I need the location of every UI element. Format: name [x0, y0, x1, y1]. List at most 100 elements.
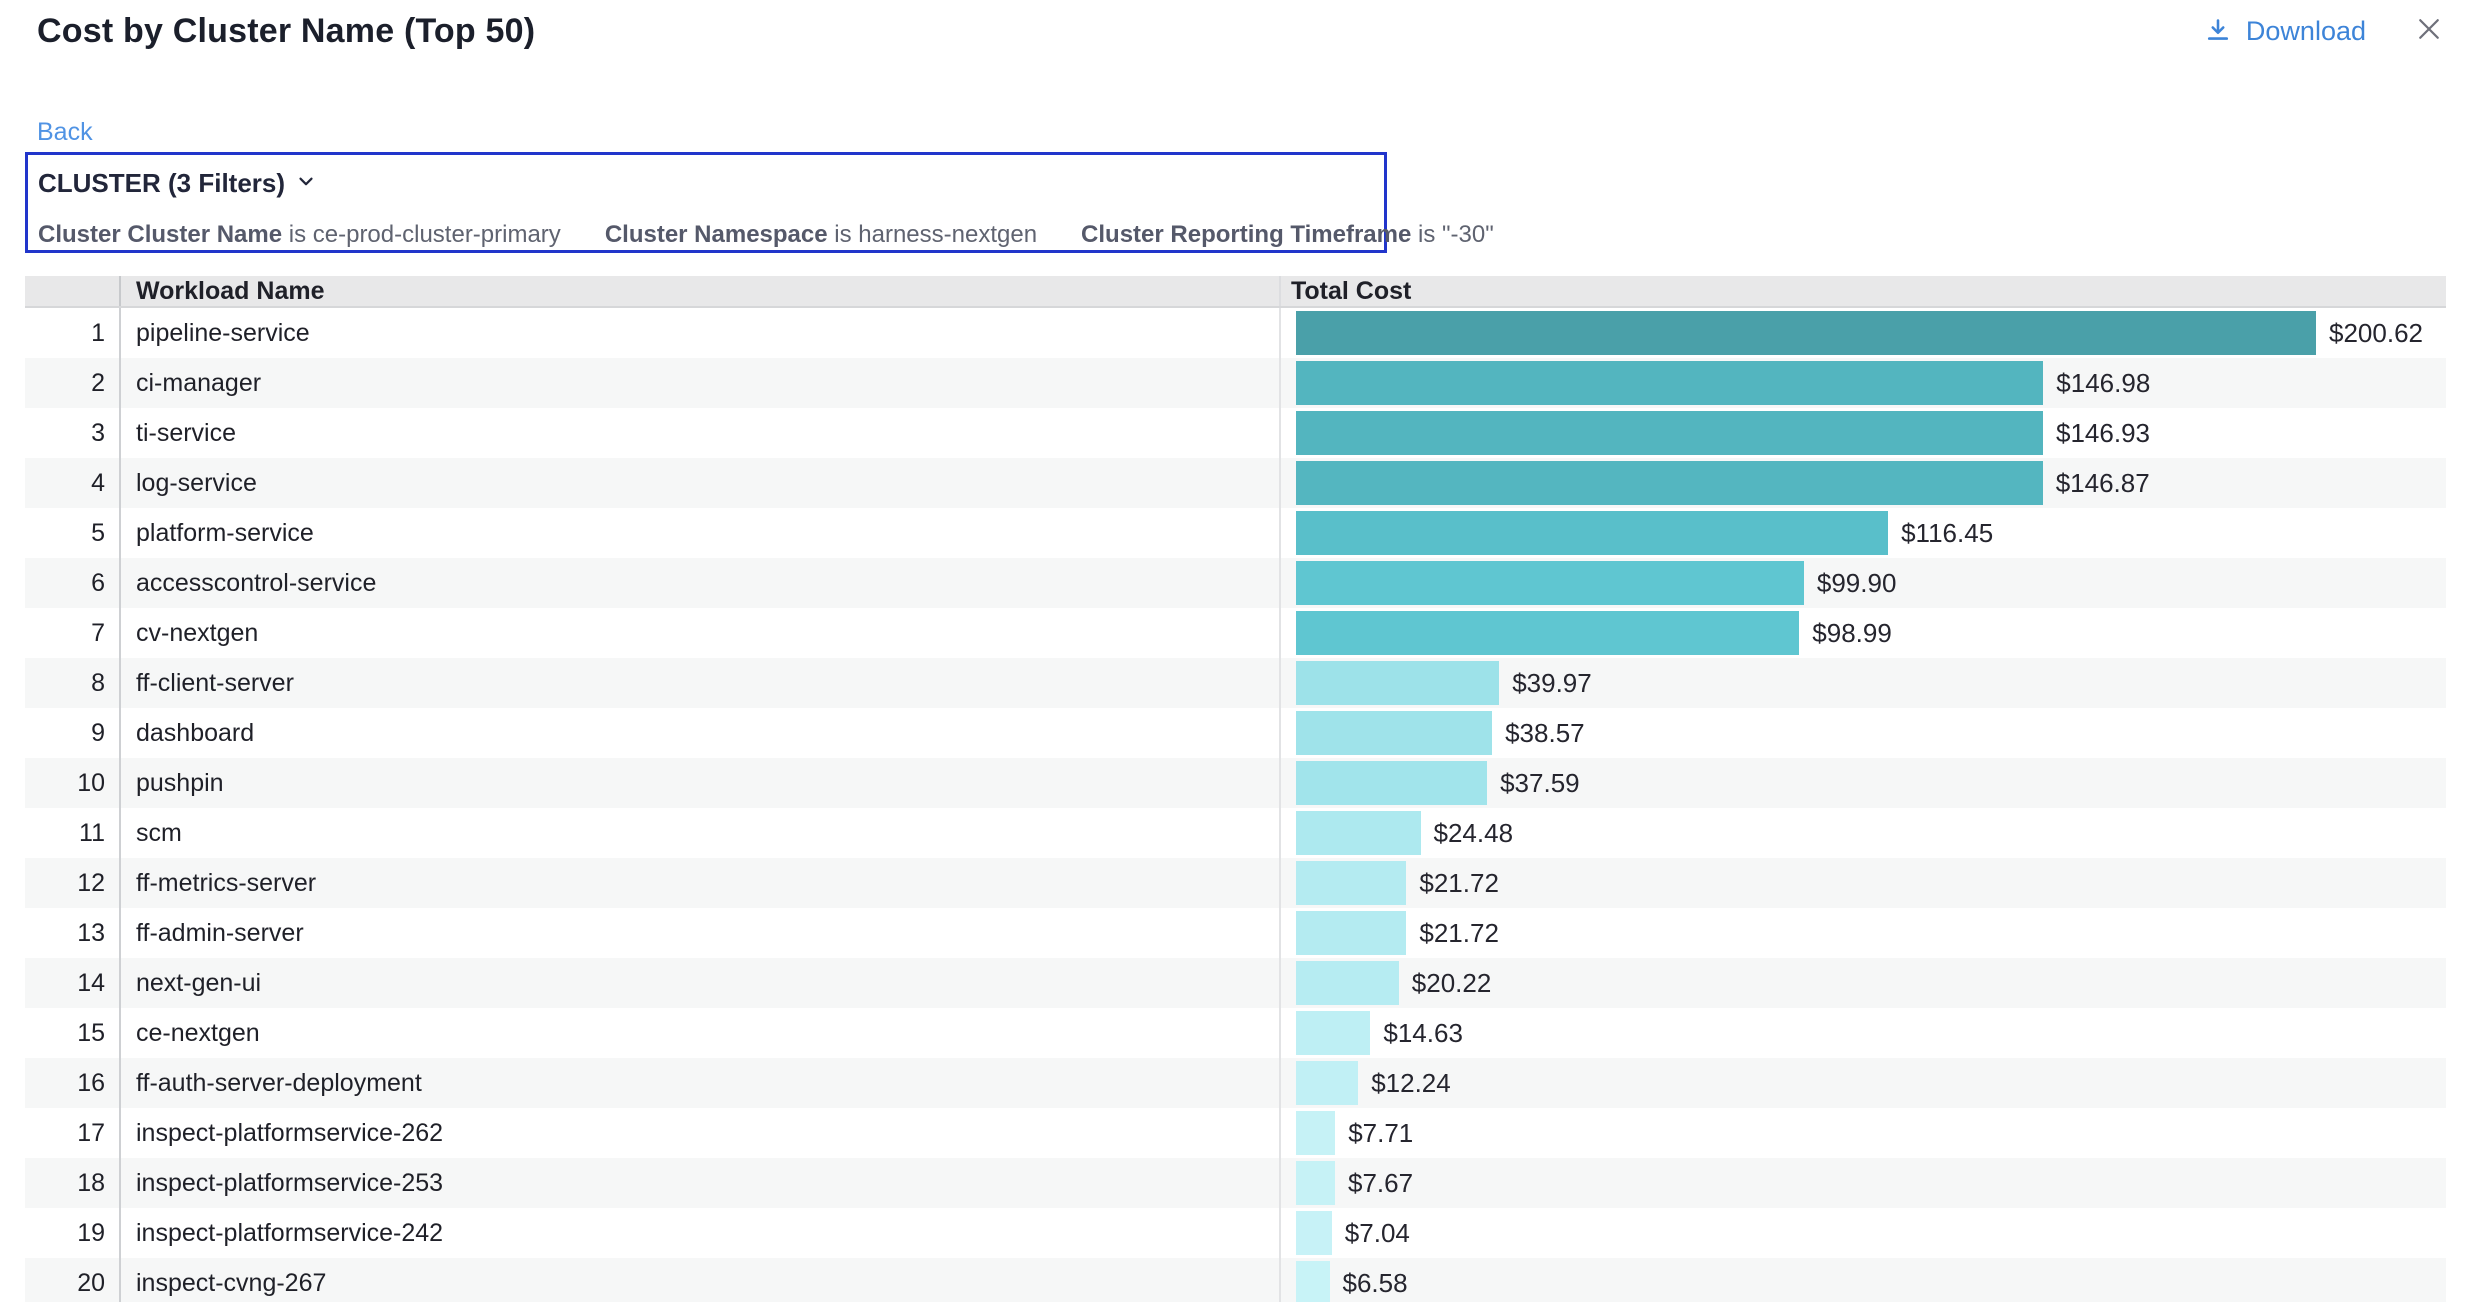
cost-value: $146.93: [2056, 418, 2150, 449]
row-rank: 19: [25, 1208, 121, 1258]
close-button[interactable]: [2412, 14, 2446, 48]
cost-value: $6.58: [1343, 1268, 1408, 1299]
workload-name: next-gen-ui: [121, 958, 1281, 1008]
cost-value: $7.67: [1348, 1168, 1413, 1199]
cost-table[interactable]: Workload Name Total Cost 1pipeline-servi…: [25, 276, 2446, 1302]
row-rank: 20: [25, 1258, 121, 1302]
cost-cell: $39.97: [1281, 658, 2446, 708]
table-row: 18inspect-platformservice-253 $7.67: [25, 1158, 2446, 1208]
workload-name: ff-client-server: [121, 658, 1281, 708]
cost-bar: [1296, 1011, 1370, 1055]
row-rank: 6: [25, 558, 121, 608]
workload-name: inspect-platformservice-253: [121, 1158, 1281, 1208]
table-row: 8ff-client-server$39.97: [25, 658, 2446, 708]
table-row: 12ff-metrics-server$21.72: [25, 858, 2446, 908]
table-row: 9dashboard$38.57: [25, 708, 2446, 758]
workload-name: ff-auth-server-deployment: [121, 1058, 1281, 1108]
row-rank: 3: [25, 408, 121, 458]
table-row: 11scm $24.48: [25, 808, 2446, 858]
workload-name: inspect-platformservice-262: [121, 1108, 1281, 1158]
cost-bar: [1296, 1111, 1335, 1155]
filter-conditions: Cluster Cluster Name is ce-prod-cluster-…: [38, 221, 1374, 249]
workload-name: log-service: [121, 458, 1281, 508]
workload-name-column-header: Workload Name: [121, 276, 1281, 306]
workload-name: pipeline-service: [121, 308, 1281, 358]
cost-bar: [1296, 911, 1406, 955]
cost-value: $12.24: [1371, 1068, 1451, 1099]
cost-value: $200.62: [2329, 318, 2423, 349]
workload-name: inspect-platformservice-242: [121, 1208, 1281, 1258]
cost-value: $20.22: [1412, 968, 1492, 999]
cost-bar: [1296, 411, 2043, 455]
filter-value: is "-30": [1418, 221, 1494, 248]
cost-cell: $116.45: [1281, 508, 2446, 558]
cost-value: $14.63: [1383, 1018, 1463, 1049]
cost-cell: $20.22: [1281, 958, 2446, 1008]
cost-cell: $7.04: [1281, 1208, 2446, 1258]
total-cost-column-header: Total Cost: [1281, 276, 2446, 306]
cost-value: $99.90: [1817, 568, 1897, 599]
cost-value: $37.59: [1500, 768, 1580, 799]
workload-name: dashboard: [121, 708, 1281, 758]
workload-name: ff-admin-server: [121, 908, 1281, 958]
filter-panel: CLUSTER (3 Filters) Cluster Cluster Name…: [25, 152, 1387, 253]
table-row: 10pushpin$37.59: [25, 758, 2446, 808]
titlebar: Cost by Cluster Name (Top 50) Download: [0, 0, 2470, 70]
cost-bar: [1296, 761, 1487, 805]
table-row: 15ce-nextgen$14.63: [25, 1008, 2446, 1058]
filter-condition: Cluster Reporting Timeframe is "-30": [1081, 221, 1494, 249]
table-row: 3ti-service $146.93: [25, 408, 2446, 458]
cost-cell: $12.24: [1281, 1058, 2446, 1108]
workload-name: inspect-cvng-267: [121, 1258, 1281, 1302]
filter-field: Cluster Namespace: [605, 221, 834, 248]
row-rank: 12: [25, 858, 121, 908]
cost-value: $21.72: [1419, 918, 1499, 949]
table-body: 1pipeline-service $200.62 2ci-manager $146.…: [25, 308, 2446, 1302]
cost-bar: [1296, 811, 1421, 855]
table-row: 16ff-auth-server-deployment $12.24: [25, 1058, 2446, 1108]
cost-cell: $38.57: [1281, 708, 2446, 758]
cost-value: $98.99: [1812, 618, 1892, 649]
table-row: 5platform-service$116.45: [25, 508, 2446, 558]
cost-bar: [1296, 1211, 1332, 1255]
row-rank: 14: [25, 958, 121, 1008]
cost-bar: [1296, 561, 1804, 605]
cost-cell: $99.90: [1281, 558, 2446, 608]
cost-bar: [1296, 711, 1492, 755]
workload-name: ci-manager: [121, 358, 1281, 408]
workload-name: ti-service: [121, 408, 1281, 458]
workload-name: cv-nextgen: [121, 608, 1281, 658]
cost-value: $24.48: [1434, 818, 1514, 849]
download-button[interactable]: Download: [2204, 16, 2366, 47]
table-row: 7cv-nextgen $98.99: [25, 608, 2446, 658]
cost-value: $146.98: [2056, 368, 2150, 399]
cost-value: $21.72: [1419, 868, 1499, 899]
row-rank: 1: [25, 308, 121, 358]
row-rank: 16: [25, 1058, 121, 1108]
row-rank: 7: [25, 608, 121, 658]
filter-condition: Cluster Namespace is harness-nextgen: [605, 221, 1037, 249]
row-rank: 11: [25, 808, 121, 858]
table-row: 2ci-manager $146.98: [25, 358, 2446, 408]
filter-value: is harness-nextgen: [834, 221, 1037, 248]
cost-cell: $146.98: [1281, 358, 2446, 408]
row-rank: 17: [25, 1108, 121, 1158]
cost-cell: $200.62: [1281, 308, 2446, 358]
download-icon: [2204, 17, 2232, 45]
row-rank: 10: [25, 758, 121, 808]
workload-name: scm: [121, 808, 1281, 858]
cost-cell: $37.59: [1281, 758, 2446, 808]
table-row: 20inspect-cvng-267 $6.58: [25, 1258, 2446, 1302]
cost-cell: $21.72: [1281, 858, 2446, 908]
row-rank: 2: [25, 358, 121, 408]
cluster-filter-dropdown[interactable]: CLUSTER (3 Filters): [38, 167, 317, 199]
cost-cell: $21.72: [1281, 908, 2446, 958]
cost-cell: $14.63: [1281, 1008, 2446, 1058]
row-rank: 9: [25, 708, 121, 758]
filter-group-label: CLUSTER (3 Filters): [38, 168, 285, 199]
cost-cell: $146.93: [1281, 408, 2446, 458]
row-rank: 18: [25, 1158, 121, 1208]
cost-cell: $7.71: [1281, 1108, 2446, 1158]
cost-bar: [1296, 1161, 1335, 1205]
back-link[interactable]: Back: [37, 118, 93, 147]
